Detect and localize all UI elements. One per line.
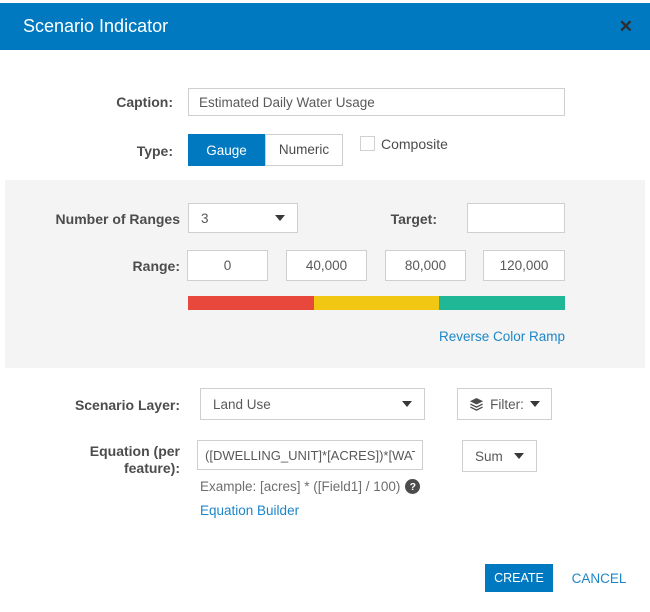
chevron-down-icon — [402, 401, 412, 407]
equation-builder-link[interactable]: Equation Builder — [200, 503, 299, 518]
scenario-layer-value: Land Use — [213, 396, 271, 412]
scenario-layer-label: Scenario Layer: — [74, 397, 180, 413]
reverse-color-ramp-link[interactable]: Reverse Color Ramp — [439, 329, 565, 344]
range-input-0[interactable] — [187, 250, 268, 281]
type-numeric-button[interactable]: Numeric — [265, 134, 343, 166]
composite-checkbox[interactable] — [360, 136, 375, 151]
color-ramp-segment-green — [439, 296, 566, 310]
help-icon[interactable]: ? — [405, 479, 421, 494]
number-of-ranges-dropdown[interactable]: 3 — [188, 203, 298, 233]
dialog-title: Scenario Indicator — [23, 16, 169, 36]
close-icon[interactable]: ✕ — [619, 3, 633, 50]
number-of-ranges-label: Number of Ranges — [55, 211, 180, 227]
aggregation-value: Sum — [475, 448, 503, 464]
create-button[interactable]: CREATE — [485, 564, 553, 592]
range-label: Range: — [132, 258, 180, 274]
composite-label: Composite — [381, 136, 448, 152]
caption-label: Caption: — [116, 94, 173, 110]
number-of-ranges-value: 3 — [201, 210, 209, 226]
range-input-1[interactable] — [286, 250, 367, 281]
caption-input[interactable] — [188, 88, 565, 116]
type-gauge-button[interactable]: Gauge — [188, 134, 265, 166]
equation-input[interactable] — [197, 440, 423, 470]
target-label: Target: — [390, 211, 437, 227]
range-input-3[interactable] — [483, 250, 565, 281]
scenario-indicator-dialog: Scenario Indicator ✕ Caption: Type: Gaug… — [0, 0, 650, 612]
equation-example-text: Example: [acres] * ([Field1] / 100) — [200, 479, 401, 494]
filter-label: Filter: — [490, 396, 524, 412]
target-input[interactable] — [467, 203, 565, 233]
color-ramp-segment-yellow — [313, 296, 440, 310]
color-ramp-segment-red — [188, 296, 314, 310]
equation-label: Equation (per feature): — [89, 443, 180, 476]
chevron-down-icon — [514, 453, 524, 459]
type-label: Type: — [136, 143, 173, 159]
filter-button[interactable]: Filter: — [457, 388, 552, 420]
equation-example: Example: [acres] * ([Field1] / 100) ? — [200, 479, 421, 494]
chevron-down-icon — [275, 215, 285, 221]
aggregation-dropdown[interactable]: Sum — [462, 440, 537, 472]
chevron-down-icon — [529, 401, 540, 407]
color-ramp — [188, 296, 566, 310]
layers-icon — [470, 397, 484, 411]
scenario-layer-dropdown[interactable]: Land Use — [200, 388, 425, 420]
cancel-button[interactable]: CANCEL — [567, 571, 631, 586]
dialog-header: Scenario Indicator ✕ — [0, 3, 650, 50]
range-input-2[interactable] — [385, 250, 466, 281]
